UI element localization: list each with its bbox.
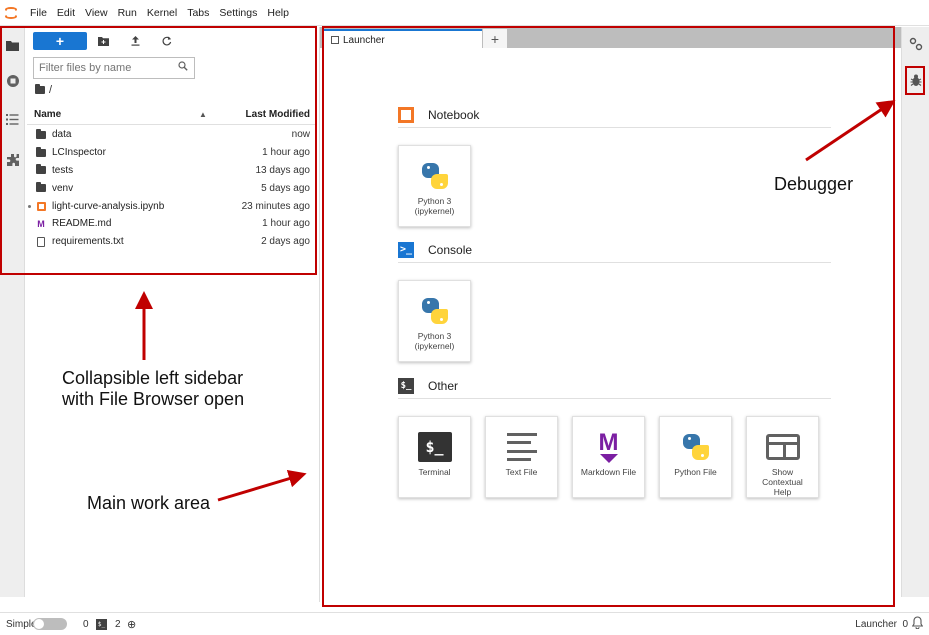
menu-view[interactable]: View (85, 7, 108, 19)
simple-mode-label: Simple (6, 618, 37, 630)
status-bar: Simple 0 $_ 2 ⊕ Launcher 0 (0, 612, 929, 635)
bell-icon[interactable] (911, 616, 924, 632)
menu-edit[interactable]: Edit (57, 7, 75, 19)
jupyter-logo-icon (4, 5, 18, 21)
active-document-label: Launcher (855, 618, 897, 630)
annotation-sidebar: Collapsible left sidebar with File Brows… (62, 368, 245, 409)
kernel-icon[interactable]: ⊕ (127, 618, 136, 631)
annotation-main-area: Main work area (87, 493, 211, 513)
menu-bar: File Edit View Run Kernel Tabs Settings … (0, 0, 929, 26)
terminal-count: 0 (83, 618, 89, 630)
simple-mode-toggle[interactable] (33, 618, 67, 630)
debugger-highlight-box (905, 66, 925, 95)
menu-settings[interactable]: Settings (219, 7, 257, 19)
terminal-icon[interactable]: $_ (96, 618, 107, 630)
menu-kernel[interactable]: Kernel (147, 7, 177, 19)
annotation-debugger: Debugger (774, 174, 854, 194)
right-activity-bar (901, 27, 929, 597)
notification-count: 0 (902, 618, 908, 630)
sidebar-highlight-box (0, 26, 317, 275)
menu-file[interactable]: File (30, 7, 47, 19)
menu-help[interactable]: Help (267, 7, 289, 19)
menu-tabs[interactable]: Tabs (187, 7, 209, 19)
main-area-highlight-box (322, 26, 895, 607)
property-inspector-icon[interactable] (907, 35, 924, 52)
kernel-count: 2 (115, 618, 121, 630)
menu-run[interactable]: Run (118, 7, 137, 19)
